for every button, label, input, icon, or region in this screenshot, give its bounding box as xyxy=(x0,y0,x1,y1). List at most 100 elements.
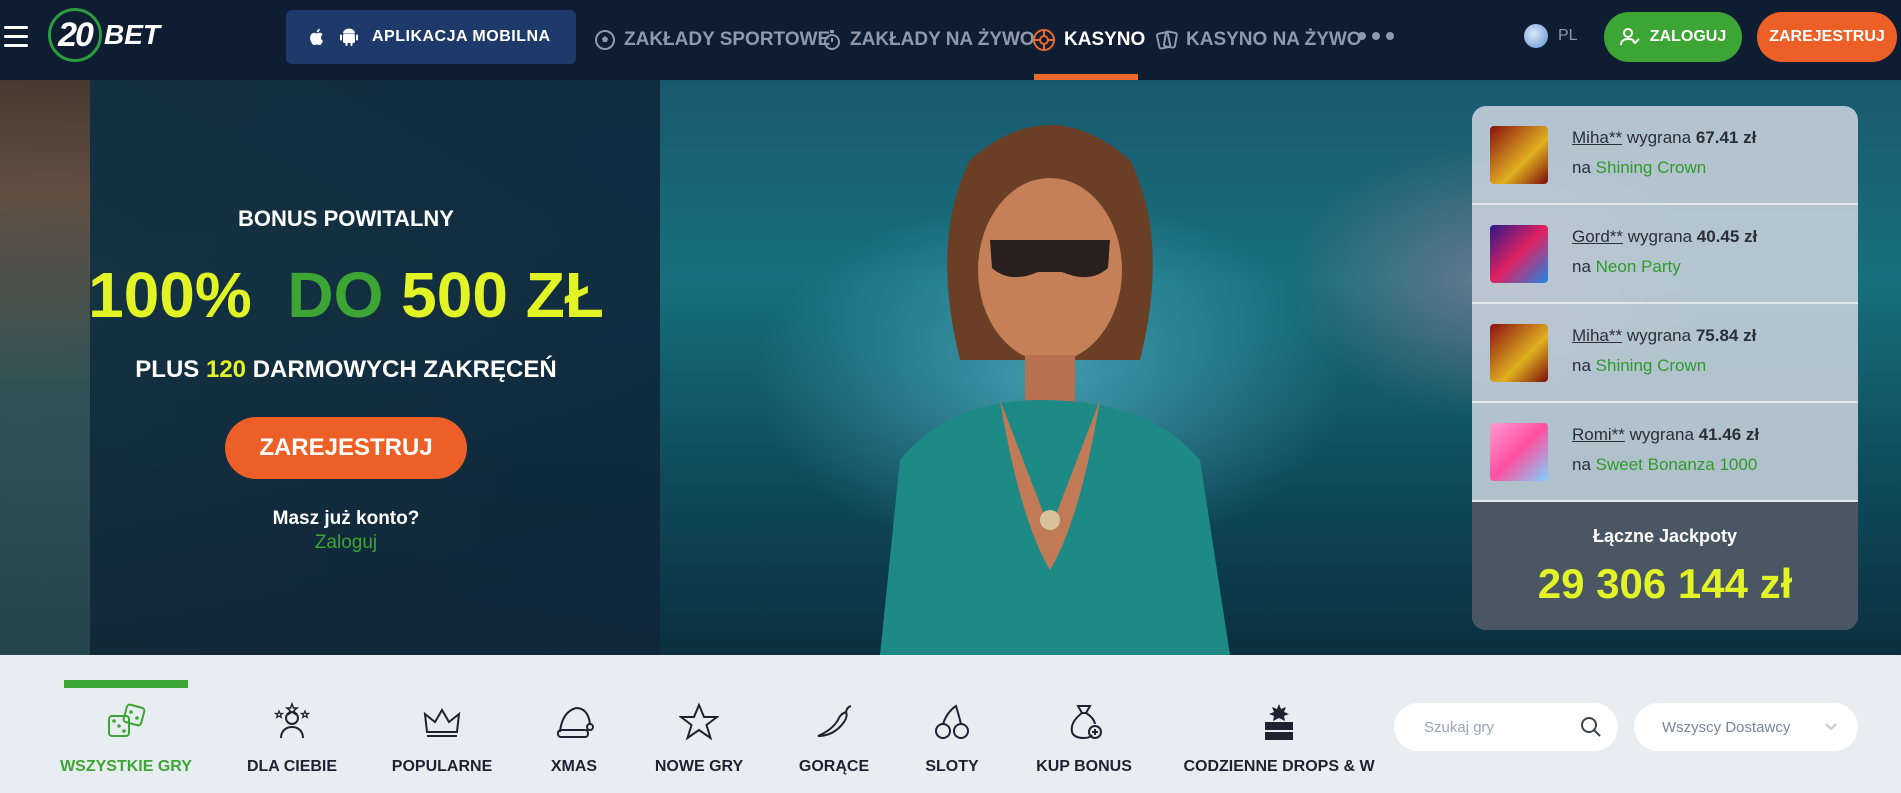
chili-icon xyxy=(812,700,856,744)
search-icon[interactable] xyxy=(1580,716,1602,738)
top-header: 20 BET APLIKACJA MOBILNA ZAKŁADY SPORTOW… xyxy=(0,0,1901,80)
winner-line: Gord** wygrana 40.45 zł xyxy=(1572,227,1757,247)
search-input[interactable] xyxy=(1422,717,1576,737)
sweet-bonanza-thumbnail xyxy=(1490,423,1548,481)
category-daily-drops[interactable]: CODZIENNE DROPS & W xyxy=(1183,700,1375,776)
bonus-percent: 100% xyxy=(88,259,252,331)
language-selector[interactable]: PL xyxy=(1524,24,1578,48)
hero-register-button[interactable]: ZAREJESTRUJ xyxy=(225,417,467,479)
login-button[interactable]: ZALOGUJ xyxy=(1604,12,1742,62)
winner-on-word: na xyxy=(1572,455,1591,474)
bonus-free-spins: PLUS 120 DARMOWYCH ZAKRĘCEŃ xyxy=(0,356,692,384)
providers-select[interactable]: Wszyscy Dostawcy xyxy=(1634,703,1858,751)
winner-won-word: wygrana xyxy=(1626,128,1692,147)
category-label: DLA CIEBIE xyxy=(246,758,338,775)
category-xmas[interactable]: XMAS xyxy=(542,700,606,776)
jackpot-value: 29 306 144 zł xyxy=(1537,560,1793,607)
winner-game-line: na Shining Crown xyxy=(1572,356,1706,376)
winner-row[interactable]: Miha** wygrana 67.41 zł na Shining Crown xyxy=(1472,106,1858,205)
category-new-games[interactable]: NOWE GRY xyxy=(654,700,744,776)
more-menu-icon[interactable] xyxy=(1358,32,1394,40)
category-label: NOWE GRY xyxy=(654,758,744,775)
chevron-down-icon xyxy=(1825,723,1837,731)
bonus-amount: 500 ZŁ xyxy=(401,259,604,331)
category-for-you[interactable]: DLA CIEBIE xyxy=(246,700,338,776)
bonus-plus-suffix: DARMOWYCH ZAKRĘCEŃ xyxy=(252,356,557,383)
game-search xyxy=(1394,703,1618,751)
category-slots[interactable]: SLOTY xyxy=(924,700,980,776)
hero-login-link[interactable]: Zaloguj xyxy=(0,532,692,554)
mobile-app-button[interactable]: APLIKACJA MOBILNA xyxy=(286,10,576,64)
winner-on-word: na xyxy=(1572,257,1591,276)
winner-user[interactable]: Miha** xyxy=(1572,326,1622,345)
category-hot[interactable]: GORĄCE xyxy=(798,700,870,776)
winner-amount: 67.41 zł xyxy=(1695,128,1757,147)
bonus-do: DO xyxy=(287,259,384,331)
star-icon xyxy=(677,700,721,744)
language-label: PL xyxy=(1558,27,1578,44)
santa-hat-icon xyxy=(552,700,596,744)
drops-wins-icon xyxy=(1257,700,1301,744)
category-label: CODZIENNE DROPS & W xyxy=(1183,758,1375,775)
winner-game-line: na Sweet Bonanza 1000 xyxy=(1572,455,1757,475)
category-label: GORĄCE xyxy=(798,758,870,775)
nav-casino[interactable]: KASYNO xyxy=(1032,0,1145,80)
winner-game[interactable]: Shining Crown xyxy=(1596,158,1707,177)
nav-casino-label: KASYNO xyxy=(1064,29,1146,50)
category-label: WSZYSTKIE GRY xyxy=(60,758,192,775)
soccer-ball-icon xyxy=(595,30,615,50)
login-label: ZALOGUJ xyxy=(1649,28,1727,45)
bonus-title: BONUS POWITALNY xyxy=(238,206,454,231)
winner-won-word: wygrana xyxy=(1629,425,1694,444)
category-buy-bonus[interactable]: KUP BONUS xyxy=(1036,700,1132,776)
category-active-indicator xyxy=(64,680,188,688)
cards-icon xyxy=(1156,30,1178,50)
neon-party-thumbnail xyxy=(1490,225,1548,283)
winner-game[interactable]: Neon Party xyxy=(1596,257,1681,276)
nav-live-betting[interactable]: ZAKŁADY NA ŻYWO xyxy=(822,0,1035,80)
register-button[interactable]: ZAREJESTRUJ xyxy=(1757,12,1897,62)
providers-selected-value: Wszyscy Dostawcy xyxy=(1662,718,1791,736)
winner-won-word: wygrana xyxy=(1626,326,1692,345)
nav-sports[interactable]: ZAKŁADY SPORTOWE xyxy=(594,0,830,80)
recent-winners-panel: Miha** wygrana 67.41 zł na Shining Crown… xyxy=(1472,106,1858,630)
winner-amount: 40.45 zł xyxy=(1696,227,1758,246)
bonus-plus-prefix: PLUS xyxy=(135,356,200,383)
bonus-plus-number: 120 xyxy=(205,356,247,383)
category-label: SLOTY xyxy=(925,758,979,775)
money-bag-icon xyxy=(1062,700,1106,744)
winner-game[interactable]: Shining Crown xyxy=(1596,356,1707,375)
category-popular[interactable]: POPULARNE xyxy=(392,700,492,776)
stopwatch-icon xyxy=(824,30,840,50)
winner-user[interactable]: Miha** xyxy=(1572,128,1622,147)
shining-crown-thumbnail xyxy=(1490,126,1548,184)
hero-woman-illustration xyxy=(880,125,1230,655)
winner-game[interactable]: Sweet Bonanza 1000 xyxy=(1596,455,1758,474)
menu-icon[interactable] xyxy=(4,26,28,48)
shining-crown-thumbnail xyxy=(1490,324,1548,382)
jackpot-label: Łączne Jackpoty xyxy=(1592,526,1738,546)
winner-row[interactable]: Gord** wygrana 40.45 zł na Neon Party xyxy=(1472,205,1858,304)
bonus-headline: 100% DO 500 ZŁ xyxy=(0,258,692,332)
nav-live-casino[interactable]: KASYNO NA ŻYWO xyxy=(1156,0,1362,80)
android-icon xyxy=(340,28,358,46)
crown-icon xyxy=(420,700,464,744)
winner-row[interactable]: Miha** wygrana 75.84 zł na Shining Crown xyxy=(1472,304,1858,403)
user-icon xyxy=(1619,28,1640,46)
winner-row[interactable]: Romi** wygrana 41.46 zł na Sweet Bonanza… xyxy=(1472,403,1858,502)
winner-amount: 41.46 zł xyxy=(1698,425,1760,444)
logo[interactable]: 20 BET xyxy=(48,6,160,64)
winner-user[interactable]: Romi** xyxy=(1572,425,1625,444)
winner-user[interactable]: Gord** xyxy=(1572,227,1623,246)
category-label: XMAS xyxy=(550,758,598,775)
logo-number: 20 xyxy=(48,8,102,62)
logo-text: BET xyxy=(104,19,160,50)
nav-live-casino-label: KASYNO NA ŻYWO xyxy=(1186,29,1362,50)
winner-on-word: na xyxy=(1572,356,1591,375)
winner-game-line: na Shining Crown xyxy=(1572,158,1706,178)
category-all-games[interactable]: WSZYSTKIE GRY xyxy=(60,700,192,776)
category-label: KUP BONUS xyxy=(1036,758,1132,775)
mobile-app-label: APLIKACJA MOBILNA xyxy=(372,28,551,45)
globe-icon xyxy=(1524,24,1548,48)
hero-banner: BONUS POWITALNY 100% DO 500 ZŁ PLUS 120 … xyxy=(0,80,1901,655)
